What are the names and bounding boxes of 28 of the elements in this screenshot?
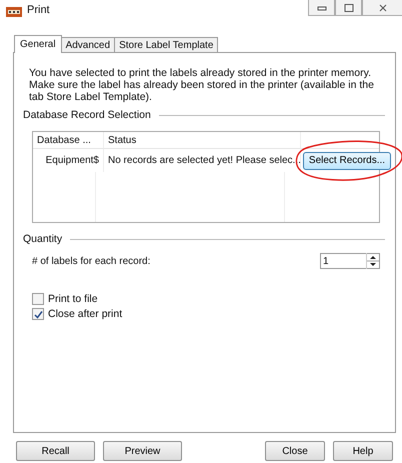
section-title: Quantity [23, 233, 62, 245]
table-cell: Equipment$ [33, 149, 104, 172]
minimize-icon [316, 4, 326, 12]
maximize-icon [344, 4, 354, 12]
info-text: You have selected to print the labels already stored in the printer memory. Make sure the label has already been stored in the printer (available in the tab Store Label Template). [29, 67, 375, 103]
tab[interactable]: Advanced [60, 37, 116, 52]
select-records-button[interactable]: Select Records... [303, 152, 391, 170]
column-header[interactable]: Status [104, 132, 301, 149]
printer-icon [6, 5, 22, 19]
minimize-button[interactable] [308, 0, 335, 16]
checkbox[interactable] [32, 308, 44, 320]
section-title: Database Record Selection [23, 109, 151, 121]
window-title: Print [27, 4, 50, 16]
checkbox-label: Print to file [48, 293, 98, 305]
close-button[interactable] [362, 0, 402, 16]
checkbox-label: Close after print [48, 308, 122, 320]
column-header[interactable]: Database ... [33, 132, 104, 149]
tab[interactable]: General [14, 35, 62, 53]
tab[interactable]: Store Label Template [114, 37, 218, 52]
field-label: # of labels for each record: [32, 256, 150, 266]
close-icon [378, 4, 388, 12]
dialog-button[interactable]: Preview [103, 441, 182, 461]
dialog-button[interactable]: Close [265, 441, 325, 461]
maximize-button[interactable] [335, 0, 362, 16]
dialog-button[interactable]: Help [333, 441, 393, 461]
dialog-button[interactable]: Recall [16, 441, 95, 461]
quantity-spinner[interactable]: 1 [320, 253, 380, 269]
checkbox[interactable] [32, 293, 44, 305]
